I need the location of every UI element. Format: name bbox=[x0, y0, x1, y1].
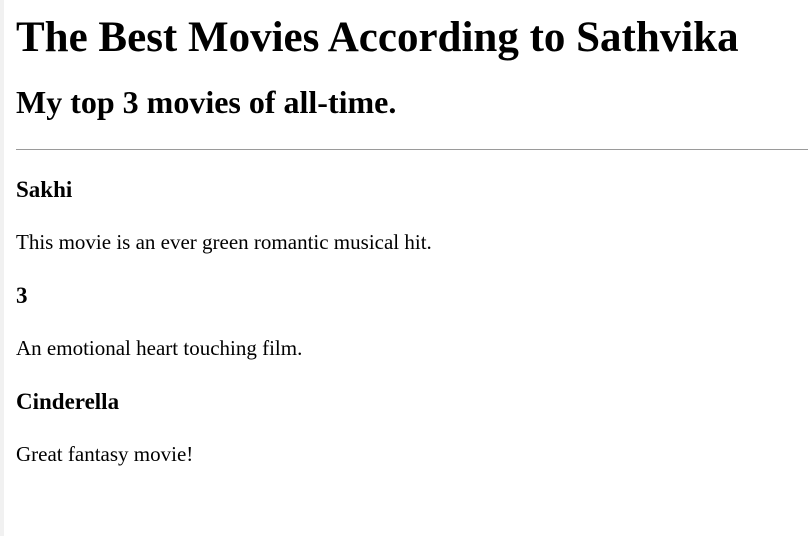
movie-description: This movie is an ever green romantic mus… bbox=[16, 230, 432, 254]
movie-item-cinderella: Cinderella Great fantasy movie! bbox=[16, 388, 808, 467]
divider bbox=[16, 149, 808, 150]
page-content: The Best Movies According to Sathvika My… bbox=[16, 0, 808, 467]
movie-item-3: 3 An emotional heart touching film. bbox=[16, 282, 808, 361]
movie-title: Sakhi bbox=[16, 177, 73, 202]
movie-description: Great fantasy movie! bbox=[16, 442, 194, 466]
page-subtitle: My top 3 movies of all-time. bbox=[16, 84, 397, 120]
page-title: The Best Movies According to Sathvika bbox=[16, 14, 739, 61]
page-left-edge bbox=[0, 0, 4, 536]
movie-description: An emotional heart touching film. bbox=[16, 336, 303, 360]
movie-title: 3 bbox=[16, 283, 28, 308]
movie-title: Cinderella bbox=[16, 389, 120, 414]
movie-item-sakhi: Sakhi This movie is an ever green romant… bbox=[16, 176, 808, 255]
